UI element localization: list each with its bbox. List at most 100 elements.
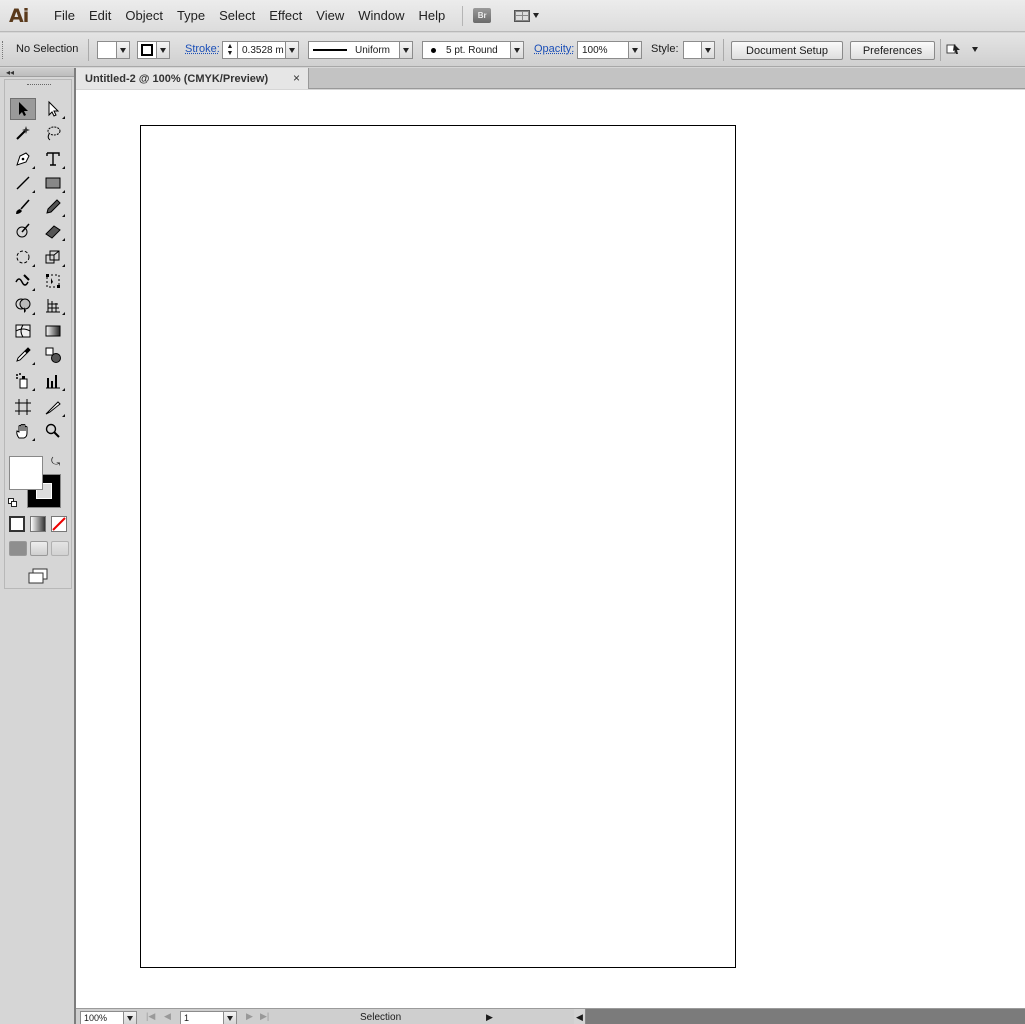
rotate-tool[interactable] xyxy=(10,246,36,268)
opacity-dropdown[interactable] xyxy=(629,41,642,59)
mesh-tool[interactable] xyxy=(10,320,36,342)
menu-separator xyxy=(462,6,463,26)
eraser-tool[interactable] xyxy=(40,220,66,242)
preferences-button[interactable]: Preferences xyxy=(850,41,935,60)
tools-grid: ⤿ xyxy=(4,79,72,589)
current-tool-status[interactable]: Selection xyxy=(360,1012,401,1023)
menu-edit[interactable]: Edit xyxy=(82,0,118,32)
line-icon xyxy=(14,174,32,192)
artboard-tool[interactable] xyxy=(10,396,36,418)
first-artboard-button[interactable]: |◀ xyxy=(146,1011,155,1022)
artboard-dropdown[interactable] xyxy=(224,1011,237,1024)
rectangle-tool[interactable] xyxy=(40,172,66,194)
document-setup-button[interactable]: Document Setup xyxy=(731,41,843,60)
rectangle-icon xyxy=(44,174,62,192)
collapse-panel-button[interactable]: ◂◂ xyxy=(0,68,75,77)
screen-mode-button[interactable] xyxy=(27,568,49,587)
menu-object[interactable]: Object xyxy=(118,0,170,32)
draw-normal-button[interactable] xyxy=(9,541,27,556)
stroke-weight-stepper[interactable]: ▲ ▼ xyxy=(222,41,238,59)
shape-builder-tool[interactable] xyxy=(10,294,36,316)
profile-dropdown[interactable] xyxy=(400,41,413,59)
slice-knife-icon xyxy=(44,398,62,416)
pencil-tool[interactable] xyxy=(40,196,66,218)
opacity-label-link[interactable]: Opacity: xyxy=(534,43,574,55)
menu-file[interactable]: File xyxy=(47,0,82,32)
none-mode-button[interactable] xyxy=(51,516,67,532)
last-artboard-button[interactable]: ▶| xyxy=(260,1011,269,1022)
fill-color-swatch[interactable] xyxy=(97,41,117,59)
previous-artboard-button[interactable]: ◀ xyxy=(164,1011,171,1022)
style-dropdown[interactable] xyxy=(702,41,715,59)
paintbrush-tool[interactable] xyxy=(10,196,36,218)
canvas[interactable] xyxy=(76,90,1025,1008)
blend-tool[interactable] xyxy=(40,344,66,366)
blob-brush-tool[interactable] xyxy=(10,220,36,242)
brush-dropdown[interactable] xyxy=(511,41,524,59)
color-mode-button[interactable] xyxy=(9,516,25,532)
close-icon[interactable]: × xyxy=(293,71,300,85)
menu-select[interactable]: Select xyxy=(212,0,262,32)
brush-definition[interactable]: 5 pt. Round xyxy=(422,41,511,59)
symbol-sprayer-tool[interactable] xyxy=(10,370,36,392)
scale-tool[interactable] xyxy=(40,246,66,268)
line-segment-tool[interactable] xyxy=(10,172,36,194)
column-graph-tool[interactable] xyxy=(40,370,66,392)
arrange-documents-button[interactable] xyxy=(514,10,539,22)
selection-tool[interactable] xyxy=(10,98,36,120)
draw-inside-button[interactable] xyxy=(51,541,69,556)
stroke-dropdown[interactable] xyxy=(157,41,170,59)
menu-window[interactable]: Window xyxy=(351,0,411,32)
graphic-style-swatch[interactable] xyxy=(683,41,702,59)
scroll-left-icon[interactable]: ◀ xyxy=(574,1009,586,1024)
artboard-icon xyxy=(14,398,32,416)
swap-fill-stroke-icon[interactable]: ⤿ xyxy=(51,456,60,469)
draw-behind-button[interactable] xyxy=(30,541,48,556)
style-label: Style: xyxy=(651,43,679,55)
direct-selection-tool[interactable] xyxy=(40,98,66,120)
free-transform-tool[interactable] xyxy=(40,270,66,292)
isolate-selected-button[interactable] xyxy=(946,42,978,56)
horizontal-scrollbar[interactable]: ◀ xyxy=(574,1009,1025,1024)
next-artboard-button[interactable]: ▶ xyxy=(246,1011,253,1022)
stroke-label-link[interactable]: Stroke: xyxy=(185,43,220,55)
menu-effect[interactable]: Effect xyxy=(262,0,309,32)
pen-tool[interactable] xyxy=(10,148,36,170)
slice-tool[interactable] xyxy=(40,396,66,418)
divider xyxy=(940,39,941,61)
magic-wand-tool[interactable] xyxy=(10,122,36,144)
artboard[interactable] xyxy=(140,125,736,968)
menu-help[interactable]: Help xyxy=(411,0,452,32)
opacity-input[interactable]: 100% xyxy=(577,41,629,59)
eyedropper-tool[interactable] xyxy=(10,344,36,366)
stroke-weight-input[interactable]: 0.3528 m xyxy=(238,41,286,59)
perspective-grid-tool[interactable] xyxy=(40,294,66,316)
divider xyxy=(88,39,89,61)
lasso-tool[interactable] xyxy=(40,122,66,144)
menu-type[interactable]: Type xyxy=(170,0,212,32)
gradient-mode-button[interactable] xyxy=(30,516,46,532)
perspective-grid-icon xyxy=(44,296,62,314)
panel-grip[interactable] xyxy=(2,41,4,59)
bridge-button[interactable]: Br xyxy=(473,8,491,23)
artboard-number-input[interactable]: 1 xyxy=(180,1011,224,1024)
zoom-dropdown[interactable] xyxy=(124,1011,137,1024)
hand-tool[interactable] xyxy=(10,420,36,442)
panel-grip[interactable] xyxy=(27,84,51,86)
document-tab[interactable]: Untitled-2 @ 100% (CMYK/Preview) × xyxy=(76,68,309,89)
stroke-color-swatch[interactable] xyxy=(137,41,157,59)
type-tool[interactable] xyxy=(40,148,66,170)
fill-swatch[interactable] xyxy=(9,456,43,490)
variable-width-profile[interactable]: Uniform xyxy=(308,41,400,59)
warp-icon xyxy=(14,272,32,290)
menu-view[interactable]: View xyxy=(309,0,351,32)
pen-nib-icon xyxy=(14,150,32,168)
zoom-tool[interactable] xyxy=(40,420,66,442)
fill-dropdown[interactable] xyxy=(117,41,130,59)
stroke-weight-dropdown[interactable] xyxy=(286,41,299,59)
zoom-input[interactable]: 100% xyxy=(80,1011,124,1024)
status-menu-arrow-icon[interactable]: ▶ xyxy=(486,1012,493,1023)
default-fill-stroke-icon[interactable] xyxy=(8,498,17,507)
warp-tool[interactable] xyxy=(10,270,36,292)
gradient-tool[interactable] xyxy=(40,320,66,342)
